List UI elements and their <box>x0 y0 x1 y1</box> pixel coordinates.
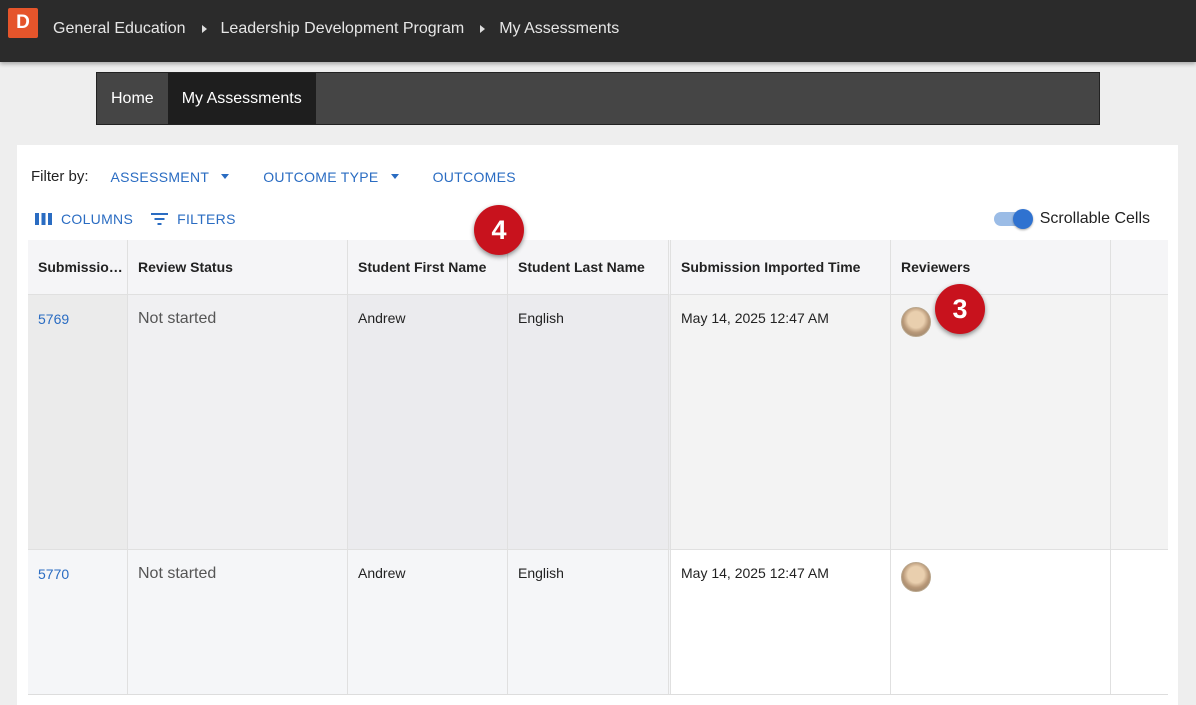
columns-label: COLUMNS <box>61 211 134 227</box>
column-header-submission-id[interactable]: Submission ID <box>28 240 128 295</box>
column-header-filler <box>1111 240 1168 295</box>
submission-imported-time: May 14, 2025 12:47 AM <box>671 295 891 550</box>
callout-badge-4: 4 <box>474 205 524 255</box>
columns-icon <box>35 213 52 225</box>
chevron-right-icon <box>201 25 207 33</box>
student-last-name: English <box>508 550 671 694</box>
scrollable-cells-toggle[interactable]: Scrollable Cells <box>993 209 1150 229</box>
review-status: Not started <box>128 295 348 550</box>
reviewer-avatar[interactable] <box>901 307 931 337</box>
reviewer-avatar[interactable] <box>901 562 931 592</box>
nav-tab-home[interactable]: Home <box>97 73 168 124</box>
breadcrumb: General Education Leadership Development… <box>53 20 619 38</box>
filter-bar: Filter by: ASSESSMENT OUTCOME TYPE OUTCO… <box>31 168 550 185</box>
column-header-imported-time[interactable]: Submission Imported Time <box>671 240 891 295</box>
filters-button[interactable]: FILTERS <box>151 211 236 227</box>
reviewers-cell <box>891 550 1111 694</box>
submission-id-link[interactable]: 5770 <box>28 550 128 694</box>
outcome-type-filter-label: OUTCOME TYPE <box>263 168 379 185</box>
breadcrumb-general-education[interactable]: General Education <box>53 20 186 38</box>
filler-cell <box>1111 550 1168 694</box>
student-first-name: Andrew <box>348 550 508 694</box>
filters-label: FILTERS <box>177 211 236 227</box>
filter-label: Filter by: <box>31 168 89 185</box>
app-logo[interactable]: D <box>8 8 38 38</box>
columns-button[interactable]: COLUMNS <box>35 211 133 227</box>
column-header-student-last-name[interactable]: Student Last Name <box>508 240 671 295</box>
callout-badge-3: 3 <box>935 284 985 334</box>
review-status: Not started <box>128 550 348 694</box>
outcome-type-filter-dropdown[interactable]: OUTCOME TYPE <box>263 168 399 185</box>
outcomes-filter[interactable]: OUTCOMES <box>433 169 516 185</box>
submissions-grid: Submission ID Review Status Student Firs… <box>28 240 1168 695</box>
submission-id-link[interactable]: 5769 <box>28 295 128 550</box>
toggle-knob <box>1012 209 1033 229</box>
caret-down-icon <box>390 174 399 179</box>
student-first-name: Andrew <box>348 295 508 550</box>
top-bar: D General Education Leadership Developme… <box>0 0 1196 62</box>
column-header-reviewers[interactable]: Reviewers <box>891 240 1111 295</box>
nav-tab-my-assessments[interactable]: My Assessments <box>167 73 316 124</box>
toggle-switch[interactable] <box>993 209 1033 229</box>
grid-toolbar: COLUMNS FILTERS <box>35 211 254 227</box>
assessment-filter-dropdown[interactable]: ASSESSMENT <box>111 169 230 185</box>
student-last-name: English <box>508 295 671 550</box>
reviewers-cell <box>891 295 1111 550</box>
caret-down-icon <box>221 174 230 179</box>
breadcrumb-program[interactable]: Leadership Development Program <box>221 20 465 38</box>
column-header-review-status[interactable]: Review Status <box>128 240 348 295</box>
filler-cell <box>1111 295 1168 550</box>
chevron-right-icon <box>480 25 486 33</box>
submission-imported-time: May 14, 2025 12:47 AM <box>671 550 891 694</box>
assessments-card: Filter by: ASSESSMENT OUTCOME TYPE OUTCO… <box>17 145 1178 705</box>
scrollable-cells-label: Scrollable Cells <box>1039 210 1150 227</box>
filter-icon <box>151 213 169 225</box>
assessment-filter-label: ASSESSMENT <box>110 168 210 185</box>
breadcrumb-my-assessments[interactable]: My Assessments <box>499 20 619 38</box>
nav-bar: Home My Assessments <box>96 72 1100 125</box>
